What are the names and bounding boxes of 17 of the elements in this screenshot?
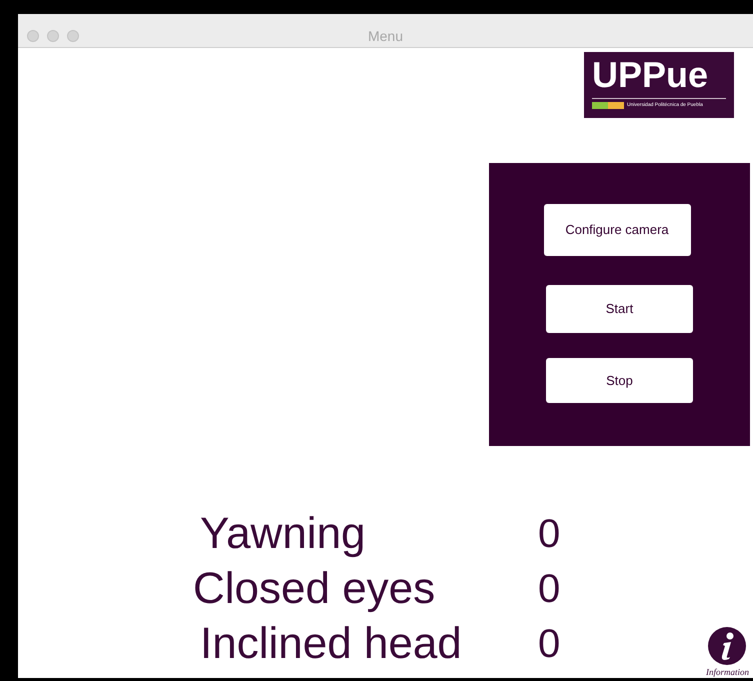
window-control[interactable] [67, 30, 79, 42]
info-label: Information [706, 666, 749, 679]
configure-button[interactable]: Configure camera [544, 204, 690, 256]
start-button[interactable]: Start [546, 285, 693, 333]
info-icon[interactable] [707, 626, 748, 666]
counter-label: Yawning [200, 508, 366, 560]
logo-wordmark: UPPue [592, 54, 710, 96]
window-control[interactable] [47, 30, 59, 42]
counter-label: Closed eyes [193, 562, 436, 614]
counter-value: 0 [538, 620, 560, 668]
stop-button[interactable]: Stop [546, 358, 693, 403]
color-bar-icon [592, 102, 624, 109]
window-title: Menu [366, 27, 404, 46]
counter-value: 0 [538, 566, 560, 612]
window-control[interactable] [27, 30, 39, 42]
counter-label: Inclined head [200, 618, 462, 670]
counter-value: 0 [538, 510, 560, 558]
